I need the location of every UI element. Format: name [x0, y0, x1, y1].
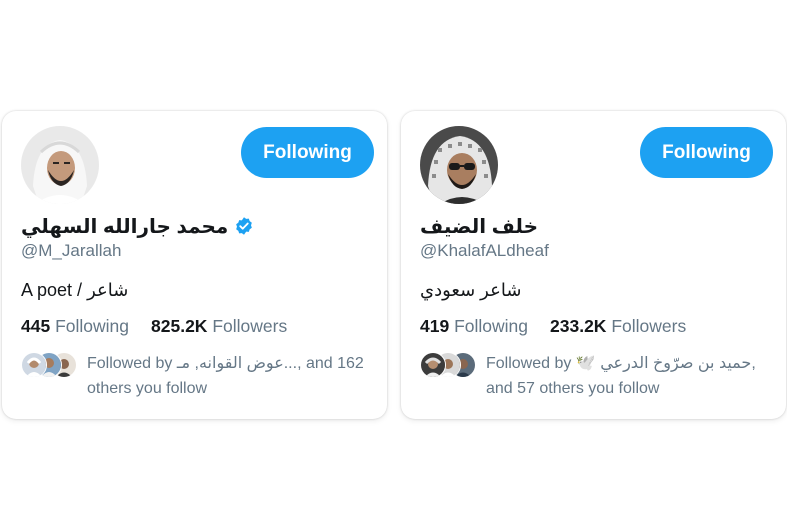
username-handle[interactable]: @M_Jarallah	[21, 241, 121, 261]
followers-label: Followers	[611, 316, 687, 336]
following-button[interactable]: Following	[640, 127, 773, 178]
following-count: 419	[420, 316, 450, 336]
followers-stat[interactable]: 233.2K Followers	[550, 316, 686, 337]
followed-by-line: and 57 others you follow	[486, 380, 660, 397]
avatar[interactable]	[420, 126, 498, 204]
followed-by-line: Followed by عوض القوانه, مـ..., and 162	[87, 355, 364, 372]
following-label: Following	[454, 316, 529, 336]
followed-by-text: Followed by عوض القوانه, مـ..., and 162 …	[87, 351, 377, 401]
follow-stats: 445 Following 825.2K Followers	[21, 316, 287, 337]
followers-count: 233.2K	[550, 316, 607, 336]
avatar[interactable]	[21, 126, 99, 204]
name-row: محمد جارالله السهلي	[21, 212, 254, 240]
bio: شاعر سعودي	[420, 280, 522, 300]
follower-avatar	[420, 352, 446, 378]
profile-hover-card: Following خلف الضيف @KhalafALdheaf شاعر …	[401, 111, 786, 419]
bio: A poet / شاعر	[21, 280, 129, 300]
name-row: خلف الضيف	[420, 212, 538, 240]
profile-hover-card: Following محمد جارالله السهلي @M_Jaralla…	[2, 111, 387, 419]
followed-by-line: Followed by 🕊️ حميد بن صرّوخ الدرعي,	[486, 355, 756, 372]
following-stat[interactable]: 445 Following	[21, 316, 129, 337]
followers-count: 825.2K	[151, 316, 208, 336]
following-button[interactable]: Following	[241, 127, 374, 178]
display-name[interactable]: خلف الضيف	[420, 214, 538, 239]
followers-stat[interactable]: 825.2K Followers	[151, 316, 287, 337]
followed-by-text: Followed by 🕊️ حميد بن صرّوخ الدرعي, and…	[486, 351, 776, 401]
display-name[interactable]: محمد جارالله السهلي	[21, 214, 228, 239]
followed-by-line: others you follow	[87, 380, 208, 397]
username-handle[interactable]: @KhalafALdheaf	[420, 241, 549, 261]
screenshot-stage: Following محمد جارالله السهلي @M_Jaralla…	[0, 0, 787, 512]
verified-badge-icon	[234, 216, 254, 236]
follower-avatars	[420, 352, 478, 378]
following-stat[interactable]: 419 Following	[420, 316, 528, 337]
follower-avatars	[21, 352, 79, 378]
follow-stats: 419 Following 233.2K Followers	[420, 316, 686, 337]
following-count: 445	[21, 316, 51, 336]
following-label: Following	[55, 316, 130, 336]
followers-label: Followers	[212, 316, 288, 336]
follower-avatar	[21, 352, 47, 378]
followed-by-row[interactable]: Followed by 🕊️ حميد بن صرّوخ الدرعي, and…	[420, 351, 776, 401]
followed-by-row[interactable]: Followed by عوض القوانه, مـ..., and 162 …	[21, 351, 377, 401]
